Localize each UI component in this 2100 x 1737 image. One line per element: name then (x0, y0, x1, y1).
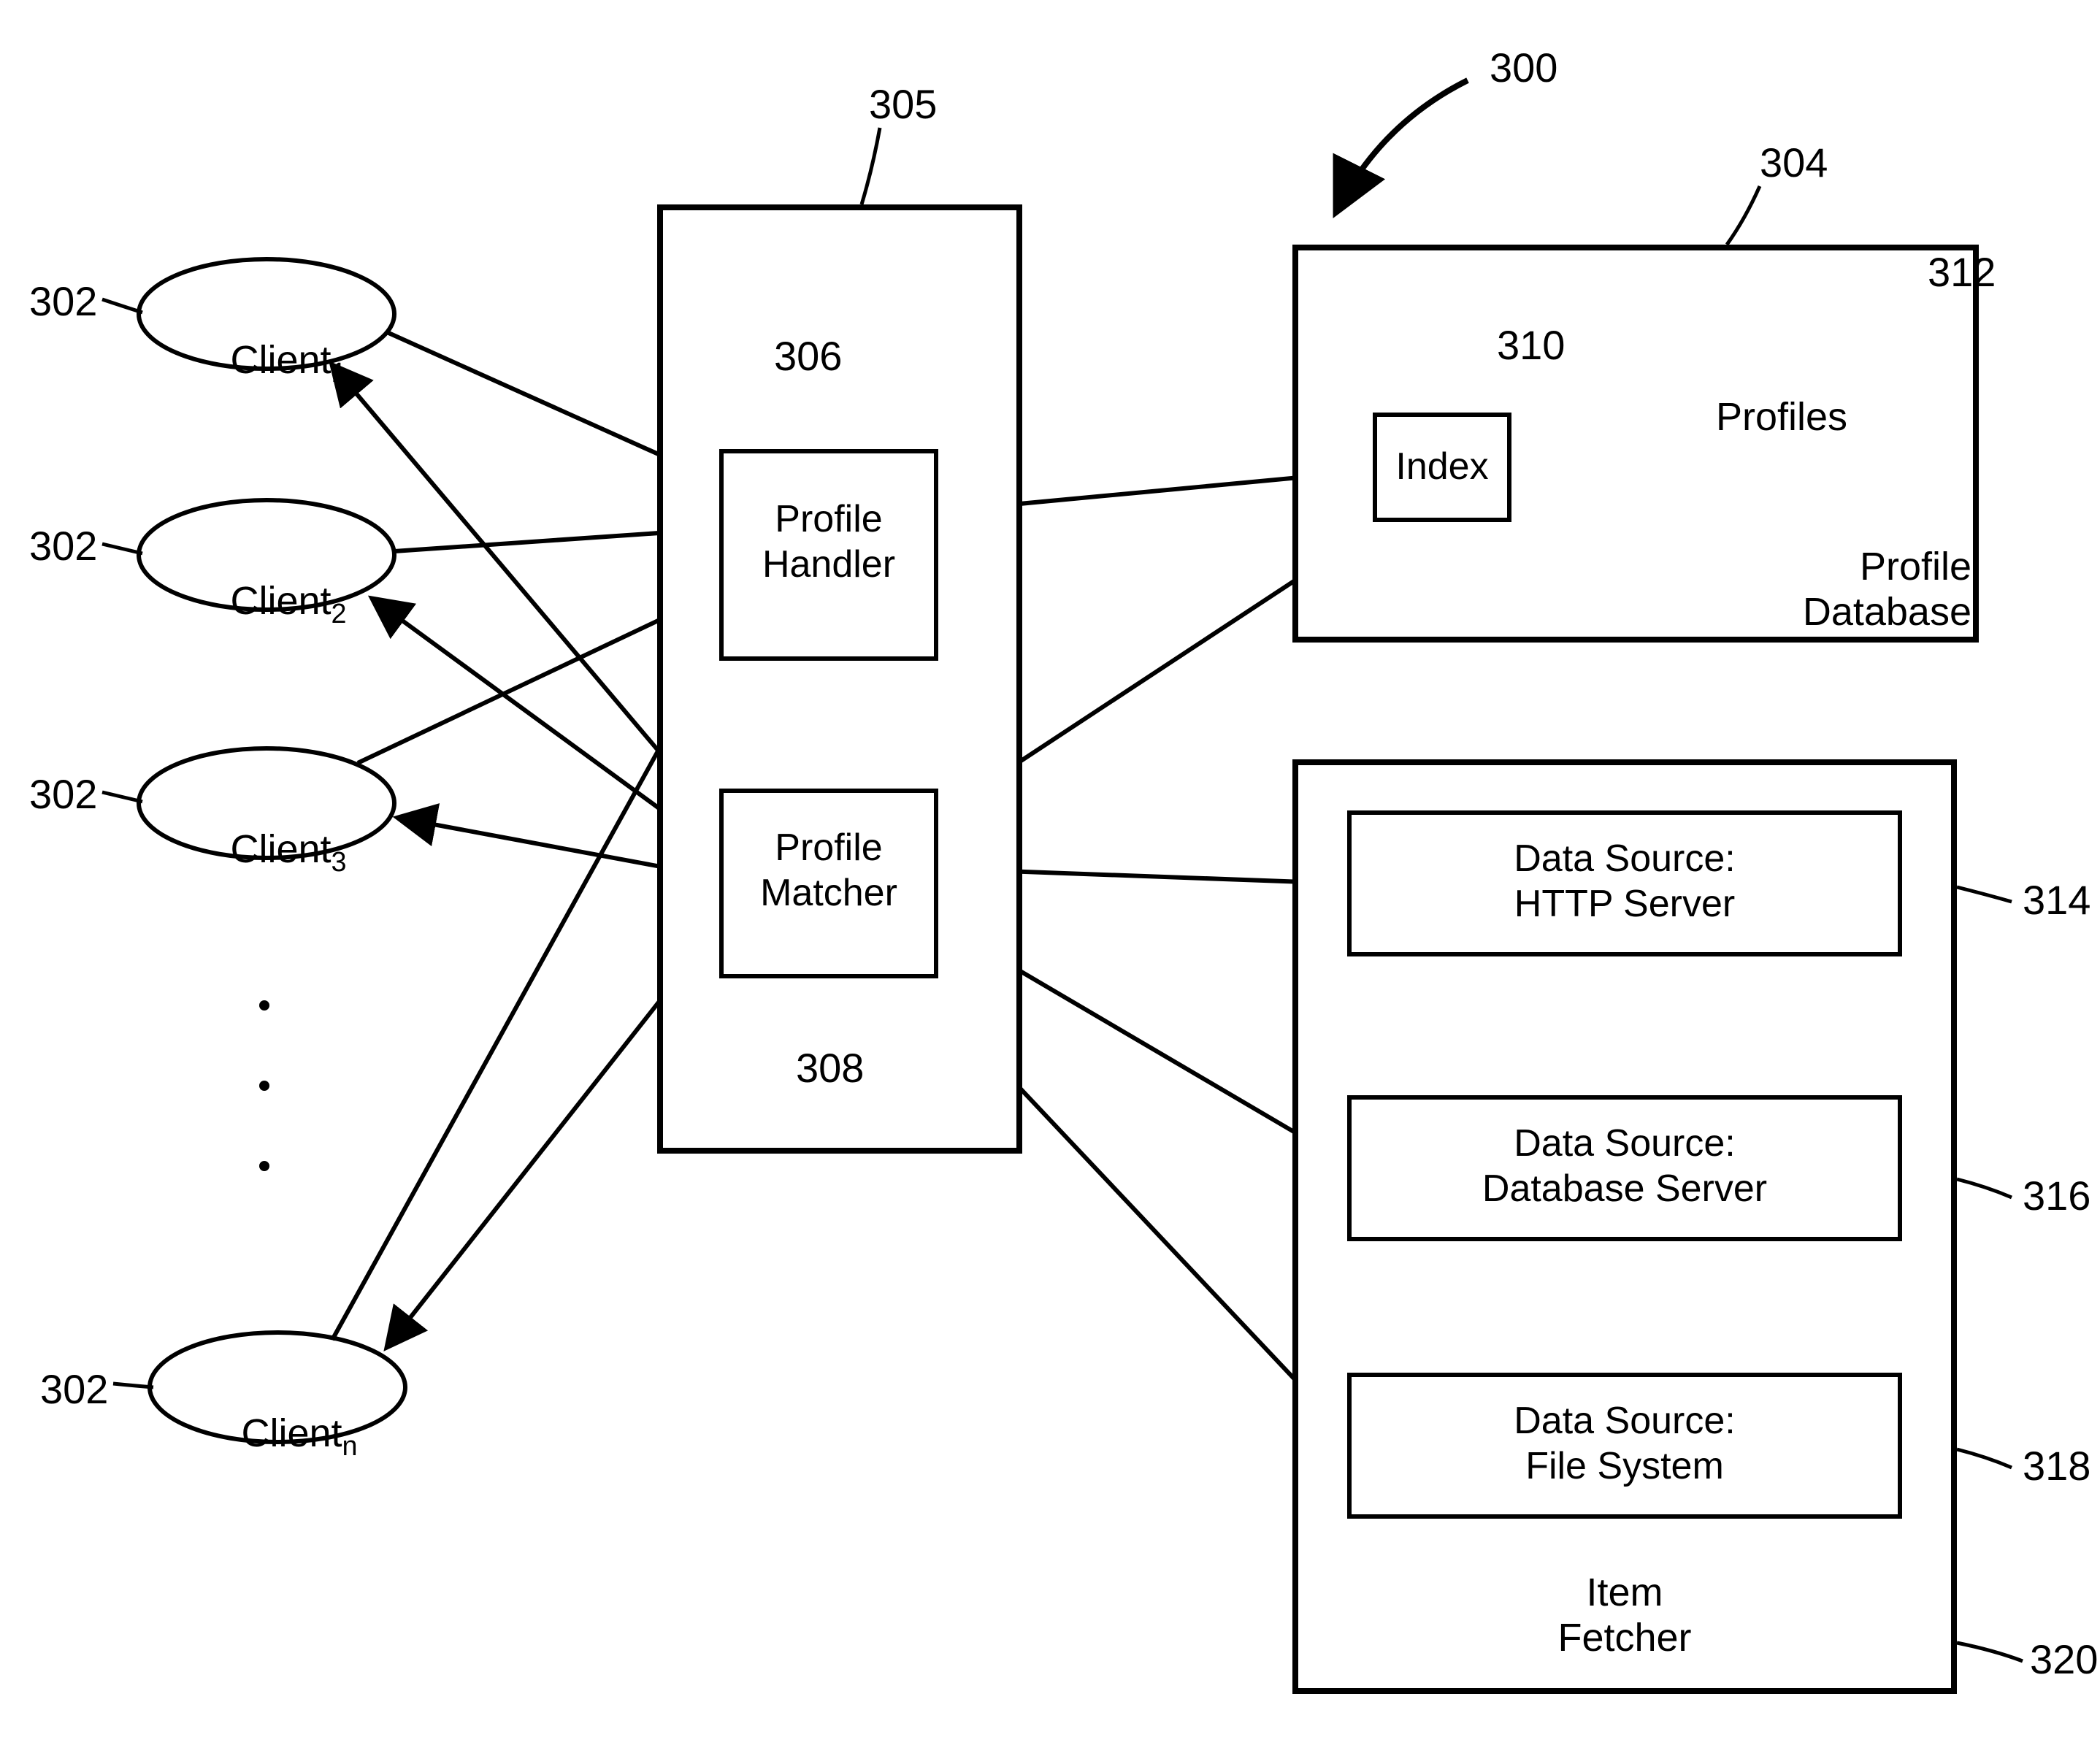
clients-ellipsis-dot (259, 1000, 269, 1011)
profile-database-label: Profile Database (1665, 544, 1971, 634)
client-n-label: Clientn (183, 1365, 372, 1508)
client-1-label: Client1 (172, 292, 361, 434)
ref-304: 304 (1760, 139, 1828, 186)
ref-306: 306 (774, 332, 842, 380)
ref-302-c3: 302 (29, 770, 97, 818)
clients-ellipsis-dot (259, 1081, 269, 1091)
ref-320: 320 (2030, 1636, 2098, 1683)
ref-302-c2: 302 (29, 522, 97, 570)
ref-318: 318 (2023, 1442, 2091, 1489)
profiles-cylinder-label: Profiles (1665, 394, 1898, 440)
ref-316: 316 (2023, 1172, 2091, 1219)
clients-ellipsis-dot (259, 1161, 269, 1171)
data-source-fs-label: Data Source: File System (1347, 1398, 1902, 1489)
ref-312: 312 (1928, 248, 1996, 296)
data-source-db-label: Data Source: Database Server (1347, 1121, 1902, 1212)
ref-314: 314 (2023, 876, 2091, 924)
client-3-label: Client3 (172, 781, 361, 924)
profile-handler-label: Profile Handler (719, 496, 938, 588)
index-label: Index (1373, 444, 1511, 489)
ref-302-cn: 302 (40, 1365, 108, 1413)
pointer-300-arrow (1336, 80, 1468, 212)
ref-308: 308 (796, 1044, 864, 1092)
profile-matcher-label: Profile Matcher (719, 825, 938, 916)
ref-300: 300 (1490, 44, 1557, 91)
client-2-label: Client2 (172, 533, 361, 675)
ref-310: 310 (1497, 321, 1565, 369)
data-source-http-label: Data Source: HTTP Server (1347, 836, 1902, 927)
item-fetcher-label: Item Fetcher (1424, 1570, 1825, 1660)
ref-305: 305 (869, 80, 937, 128)
ref-302-c1: 302 (29, 277, 97, 325)
diagram-canvas: Profile Handler Profile Matcher Profile … (0, 0, 2100, 1737)
